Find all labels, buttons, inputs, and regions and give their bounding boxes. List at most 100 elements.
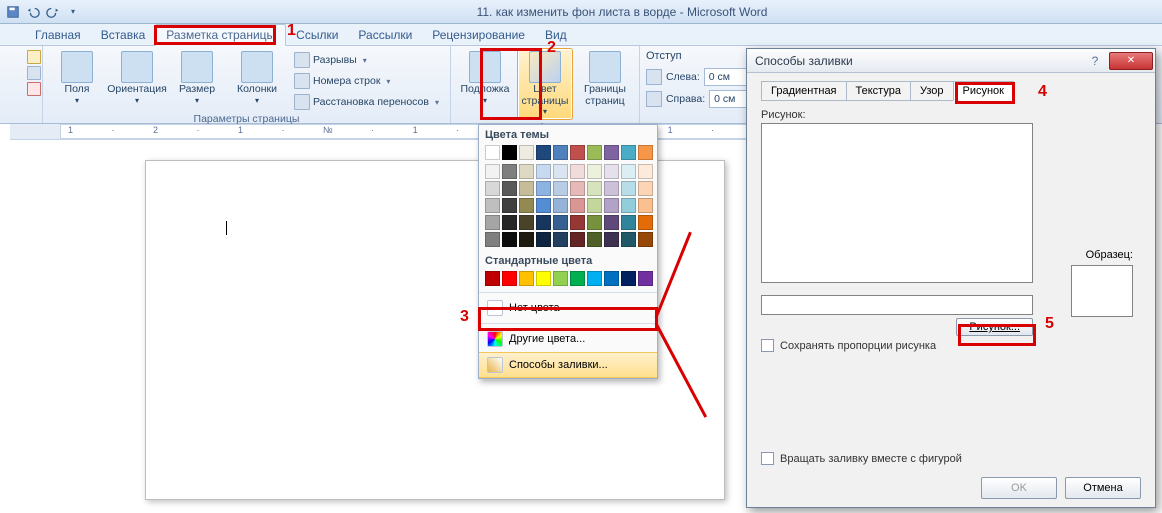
breaks-item[interactable]: Разрывы (289, 50, 444, 70)
dialog-tab-3[interactable]: Рисунок (953, 81, 1015, 101)
dialog-help-icon[interactable]: ? (1083, 52, 1107, 70)
color-swatch[interactable] (587, 198, 602, 213)
ok-button[interactable]: OK (981, 477, 1057, 499)
more-colors-item[interactable]: Другие цвета... (479, 326, 657, 352)
color-swatch[interactable] (638, 271, 653, 286)
color-swatch[interactable] (485, 164, 500, 179)
color-swatch[interactable] (536, 232, 551, 247)
watermark-button[interactable]: Подложка▾ (457, 48, 513, 108)
orientation-button[interactable]: Ориентация▾ (109, 48, 165, 108)
color-swatch[interactable] (587, 232, 602, 247)
color-swatch[interactable] (485, 215, 500, 230)
redo-icon[interactable] (44, 3, 62, 21)
color-swatch[interactable] (536, 198, 551, 213)
ribbon-tab-0[interactable]: Главная (25, 25, 91, 45)
color-swatch[interactable] (485, 181, 500, 196)
margins-button[interactable]: Поля▾ (49, 48, 105, 108)
no-color-item[interactable]: Нет цвета (479, 295, 657, 321)
color-swatch[interactable] (519, 198, 534, 213)
color-swatch[interactable] (604, 198, 619, 213)
color-swatch[interactable] (502, 232, 517, 247)
color-swatch[interactable] (553, 181, 568, 196)
color-swatch[interactable] (519, 164, 534, 179)
color-swatch[interactable] (502, 198, 517, 213)
page-color-button[interactable]: Цвет страницы▾ (517, 48, 573, 120)
themes-icon[interactable] (27, 66, 41, 80)
color-swatch[interactable] (502, 164, 517, 179)
color-swatch[interactable] (502, 145, 517, 160)
color-swatch[interactable] (553, 215, 568, 230)
cancel-button[interactable]: Отмена (1065, 477, 1141, 499)
color-swatch[interactable] (604, 145, 619, 160)
save-icon[interactable] (4, 3, 22, 21)
size-button[interactable]: Размер▾ (169, 48, 225, 108)
dialog-tab-2[interactable]: Узор (910, 81, 954, 101)
color-swatch[interactable] (553, 198, 568, 213)
color-swatch[interactable] (587, 181, 602, 196)
color-swatch[interactable] (536, 164, 551, 179)
color-swatch[interactable] (502, 215, 517, 230)
color-swatch[interactable] (570, 164, 585, 179)
dialog-tab-0[interactable]: Градиентная (761, 81, 847, 101)
dialog-close-icon[interactable]: ✕ (1109, 52, 1153, 70)
color-swatch[interactable] (587, 164, 602, 179)
color-swatch[interactable] (604, 181, 619, 196)
dialog-titlebar[interactable]: Способы заливки ? ✕ (747, 49, 1155, 73)
color-swatch[interactable] (587, 271, 602, 286)
color-swatch[interactable] (553, 145, 568, 160)
color-swatch[interactable] (570, 198, 585, 213)
color-swatch[interactable] (553, 232, 568, 247)
color-swatch[interactable] (638, 145, 653, 160)
color-swatch[interactable] (587, 215, 602, 230)
color-swatch[interactable] (638, 198, 653, 213)
color-swatch[interactable] (502, 181, 517, 196)
color-swatch[interactable] (621, 271, 636, 286)
color-swatch[interactable] (519, 181, 534, 196)
color-swatch[interactable] (621, 232, 636, 247)
horizontal-ruler[interactable]: 1 · 2 · 1 · № · 1 · 1 · 2 · 1 · 3 · 1 · … (10, 124, 860, 140)
ribbon-tab-2[interactable]: Разметка страницы (155, 24, 286, 46)
color-swatch[interactable] (587, 145, 602, 160)
theme-colors-icon[interactable] (27, 82, 41, 96)
color-swatch[interactable] (621, 181, 636, 196)
color-swatch[interactable] (604, 232, 619, 247)
color-swatch[interactable] (621, 198, 636, 213)
undo-icon[interactable] (24, 3, 42, 21)
color-swatch[interactable] (570, 271, 585, 286)
color-swatch[interactable] (553, 271, 568, 286)
color-swatch[interactable] (638, 181, 653, 196)
color-swatch[interactable] (536, 271, 551, 286)
color-swatch[interactable] (536, 145, 551, 160)
fill-effects-item[interactable]: Способы заливки... (479, 352, 657, 378)
color-swatch[interactable] (553, 164, 568, 179)
page-borders-button[interactable]: Границы страниц (577, 48, 633, 110)
color-swatch[interactable] (536, 181, 551, 196)
color-swatch[interactable] (604, 271, 619, 286)
select-picture-button[interactable]: Рисунок... (956, 318, 1033, 336)
color-swatch[interactable] (604, 215, 619, 230)
color-swatch[interactable] (485, 198, 500, 213)
picture-path-field[interactable] (761, 295, 1033, 315)
color-swatch[interactable] (604, 164, 619, 179)
ribbon-tab-1[interactable]: Вставка (91, 25, 156, 45)
hyphenation-item[interactable]: Расстановка переносов (289, 92, 444, 112)
color-swatch[interactable] (638, 164, 653, 179)
ribbon-tab-4[interactable]: Рассылки (348, 25, 422, 45)
color-swatch[interactable] (519, 232, 534, 247)
color-swatch[interactable] (570, 232, 585, 247)
aspect-ratio-checkbox[interactable]: Сохранять пропорции рисунка (761, 339, 1141, 352)
dialog-tab-1[interactable]: Текстура (846, 81, 911, 101)
color-swatch[interactable] (621, 164, 636, 179)
line-numbers-item[interactable]: Номера строк (289, 71, 444, 91)
color-swatch[interactable] (570, 215, 585, 230)
paste-icon[interactable] (27, 50, 41, 64)
qat-more-icon[interactable]: ▾ (64, 3, 82, 21)
color-swatch[interactable] (485, 232, 500, 247)
color-swatch[interactable] (519, 215, 534, 230)
color-swatch[interactable] (485, 145, 500, 160)
color-swatch[interactable] (485, 271, 500, 286)
columns-button[interactable]: Колонки▾ (229, 48, 285, 108)
color-swatch[interactable] (570, 181, 585, 196)
color-swatch[interactable] (536, 215, 551, 230)
color-swatch[interactable] (502, 271, 517, 286)
